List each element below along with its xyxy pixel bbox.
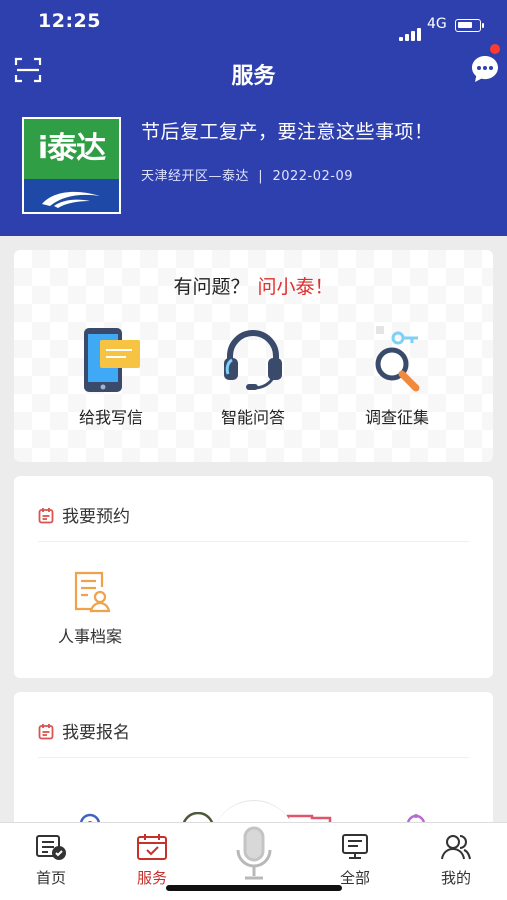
tab-all[interactable]: 全部 xyxy=(320,833,390,888)
news-source: 天津经开区—泰达 xyxy=(141,169,250,184)
ask-prefix: 有问题？ xyxy=(173,276,250,298)
page-title: 服务 xyxy=(231,64,276,89)
network-type: 4G xyxy=(427,16,447,32)
calendar-icon xyxy=(38,508,54,524)
logo-text: i泰达 xyxy=(24,119,119,179)
booking-item-personnel-file[interactable]: 人事档案 xyxy=(50,569,130,647)
meta-divider: | xyxy=(253,169,268,184)
monitor-icon xyxy=(342,834,368,859)
divider xyxy=(38,757,469,758)
calendar-icon xyxy=(38,724,54,740)
tab-label: 首页 xyxy=(35,869,66,887)
tab-service[interactable]: 服务 xyxy=(117,833,187,888)
signal-icon xyxy=(399,22,423,41)
ask-heading: 有问题？ 问小泰！ xyxy=(14,272,493,299)
headset-icon xyxy=(224,330,282,390)
news-meta: 天津经开区—泰达 | 2022-02-09 xyxy=(141,165,353,184)
home-doc-icon xyxy=(36,835,66,860)
service-calendar-icon xyxy=(137,834,167,860)
service-label: 给我写信 xyxy=(78,408,143,427)
user-icon xyxy=(441,835,471,860)
service-label: 调查征集 xyxy=(364,408,429,427)
divider xyxy=(38,541,469,542)
service-survey[interactable]: 调查征集 xyxy=(332,326,462,428)
news-headline[interactable]: 节后复工复产，要注意这些事项！ xyxy=(141,117,434,144)
service-write-letter[interactable]: 给我写信 xyxy=(46,326,176,428)
magnifier-survey-icon xyxy=(375,326,420,392)
notification-dot xyxy=(490,44,500,54)
tab-label: 全部 xyxy=(339,869,370,887)
booking-title: 我要预约 xyxy=(62,507,130,527)
tab-mine[interactable]: 我的 xyxy=(421,833,491,888)
app-header: 12:25 4G 服务 i泰达 节后复工复产，要注意这些事项！ 天津经开区—泰达… xyxy=(0,0,507,236)
news-thumbnail[interactable]: i泰达 xyxy=(22,117,121,214)
ask-highlight: 问小泰！ xyxy=(257,276,334,298)
letter-phone-icon xyxy=(84,328,140,392)
microphone-icon[interactable] xyxy=(233,826,275,882)
tab-label: 服务 xyxy=(136,869,167,887)
personnel-file-icon xyxy=(74,571,111,613)
status-bar: 12:25 4G xyxy=(0,8,507,41)
booking-card: 我要预约 人事档案 xyxy=(14,476,493,678)
booking-item-label: 人事档案 xyxy=(57,627,122,646)
status-time: 12:25 xyxy=(38,10,101,32)
battery-icon xyxy=(455,19,484,32)
logo-emblem xyxy=(24,179,119,212)
home-indicator xyxy=(166,885,342,891)
signup-section-title: 我要报名 xyxy=(38,718,130,743)
booking-section-title: 我要预约 xyxy=(38,502,130,527)
tab-label: 我的 xyxy=(440,869,471,887)
ask-card: 有问题？ 问小泰！ 给我写信 智能问答 调查征集 xyxy=(14,250,493,462)
service-smart-qa[interactable]: 智能问答 xyxy=(188,326,318,428)
message-icon[interactable] xyxy=(469,53,501,85)
signup-title: 我要报名 xyxy=(62,723,130,743)
service-label: 智能问答 xyxy=(220,408,285,427)
tab-home[interactable]: 首页 xyxy=(16,833,86,888)
news-date: 2022-02-09 xyxy=(272,169,354,184)
